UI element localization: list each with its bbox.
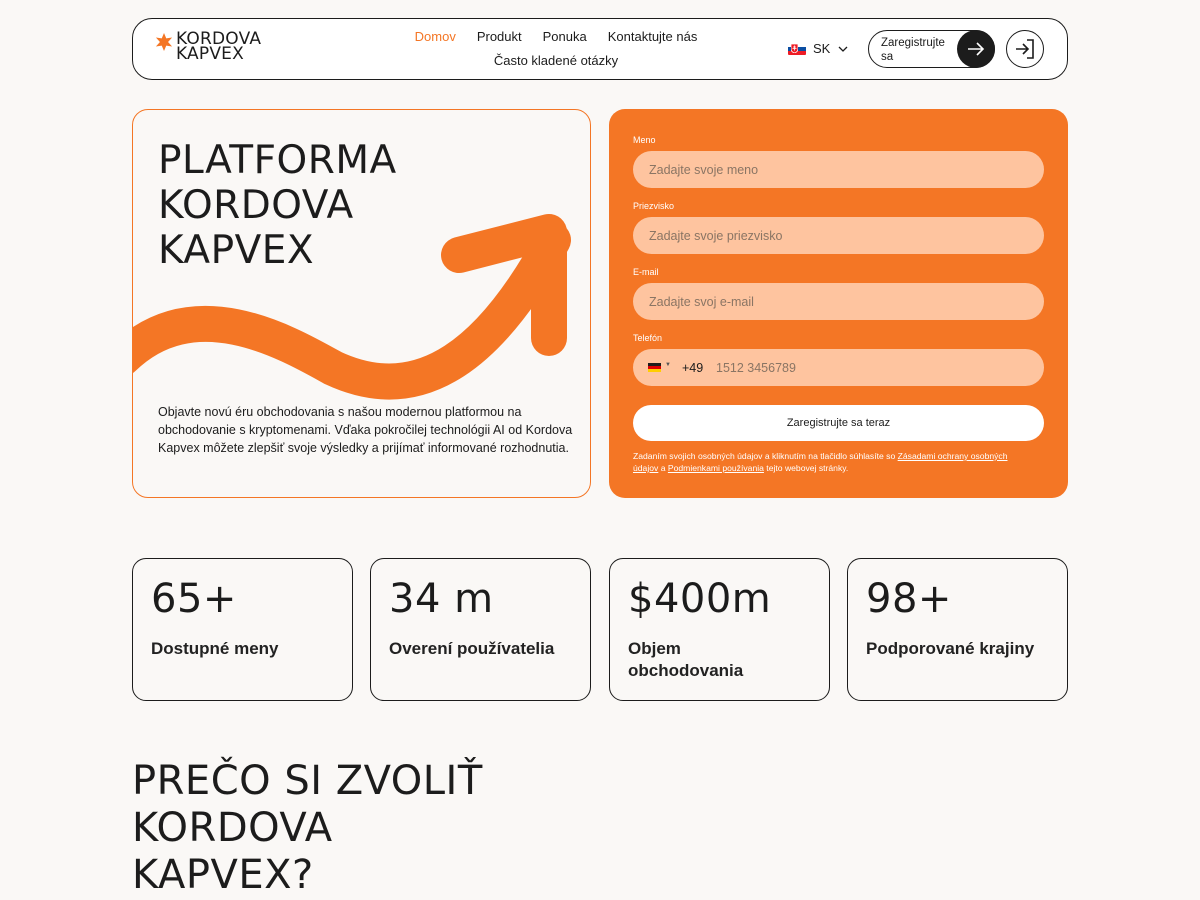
hero-title: PLATFORMA KORDOVA KAPVEX <box>158 138 397 273</box>
registration-form: Meno Priezvisko E-mail Telefón ▼ +49 Zar… <box>609 109 1068 498</box>
submit-register-button[interactable]: Zaregistrujte sa teraz <box>633 405 1044 441</box>
register-label: Zaregistrujte sa <box>881 37 945 63</box>
stat-label: Podporované krajiny <box>866 639 1035 658</box>
language-code: SK <box>813 41 831 56</box>
germany-flag-icon[interactable] <box>648 363 661 372</box>
why-choose-title: PREČO SI ZVOLIŤ KORDOVA KAPVEX? <box>132 758 483 898</box>
phone-country-code: +49 <box>682 361 704 375</box>
stat-label: Overení používatelia <box>389 639 555 658</box>
consent-text: Zadaním svojich osobných údajov a kliknu… <box>633 451 1008 473</box>
phone-input[interactable] <box>713 349 1013 386</box>
country-dropdown-icon[interactable]: ▼ <box>665 362 671 368</box>
login-button[interactable] <box>1006 30 1044 68</box>
email-input[interactable] <box>633 283 1044 320</box>
stat-card-currencies: 65+ Dostupné meny <box>132 558 353 701</box>
stat-value: 65+ <box>151 576 237 622</box>
hero-description: Objavte novú éru obchodovania s našou mo… <box>158 405 573 455</box>
arrow-right-icon <box>968 42 985 56</box>
stat-card-countries: 98+ Podporované krajiny <box>847 558 1068 701</box>
logo[interactable]: KORDOVA KAPVEX <box>155 29 262 64</box>
nav-contact[interactable]: Kontaktujte nás <box>608 29 698 45</box>
stat-label: Objem obchodovania <box>628 639 744 680</box>
stat-card-volume: $400m Objem obchodovania <box>609 558 830 701</box>
register-pill-button[interactable]: Zaregistrujte sa <box>868 30 995 68</box>
first-name-input[interactable] <box>633 151 1044 188</box>
stat-value: 98+ <box>866 576 952 622</box>
nav-product[interactable]: Produkt <box>477 29 522 45</box>
stat-label: Dostupné meny <box>151 639 279 658</box>
stat-value: 34 m <box>389 576 494 622</box>
chevron-down-icon <box>838 46 848 52</box>
first-name-label: Meno <box>633 135 656 145</box>
nav-faq[interactable]: Často kladené otázky <box>494 53 618 69</box>
phone-field: ▼ +49 <box>633 349 1044 386</box>
site-header: KORDOVA KAPVEX Domov Produkt Ponuka Kont… <box>132 18 1068 80</box>
terms-link[interactable]: Podmienkami používania <box>668 463 764 473</box>
language-selector[interactable]: SK <box>788 41 848 56</box>
phone-label: Telefón <box>633 333 663 343</box>
stat-value: $400m <box>628 576 772 622</box>
nav-home[interactable]: Domov <box>415 29 456 45</box>
last-name-label: Priezvisko <box>633 201 675 211</box>
last-name-input[interactable] <box>633 217 1044 254</box>
login-icon <box>1016 39 1034 59</box>
logo-text: KORDOVA KAPVEX <box>176 29 262 64</box>
main-nav: Domov Produkt Ponuka Kontaktujte nás Čas… <box>393 29 719 77</box>
email-label: E-mail <box>633 267 659 277</box>
hero-card: PLATFORMA KORDOVA KAPVEX Objavte novú ér… <box>132 109 591 498</box>
register-arrow-button[interactable] <box>957 30 995 68</box>
stat-card-users: 34 m Overení používatelia <box>370 558 591 701</box>
logo-star-icon <box>155 33 173 51</box>
slovakia-flag-icon <box>788 42 806 55</box>
nav-offer[interactable]: Ponuka <box>543 29 587 45</box>
